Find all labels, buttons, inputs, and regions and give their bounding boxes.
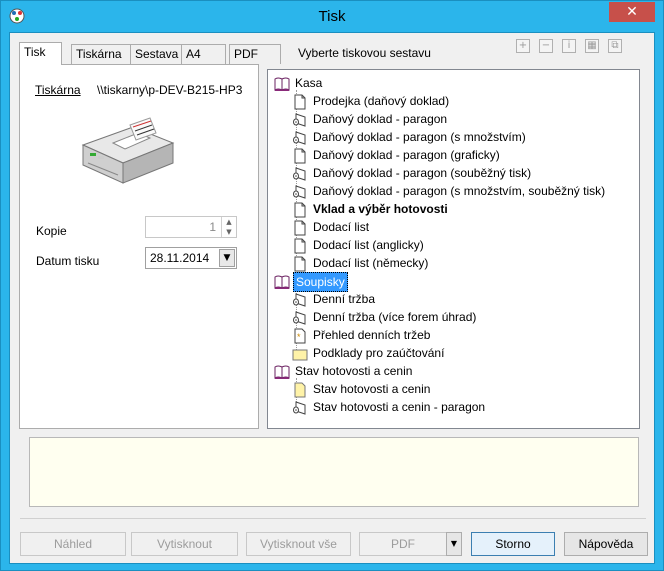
document-icon	[292, 256, 308, 272]
tree-item[interactable]: Stav hotovosti a cenin	[292, 380, 637, 398]
document-icon	[292, 202, 308, 218]
tree-item[interactable]: Denní tržba	[292, 290, 637, 308]
divider	[20, 518, 646, 519]
tree-item-label: Daňový doklad - paragon	[313, 112, 448, 126]
close-button[interactable]: ✕	[609, 2, 655, 22]
tree-item[interactable]: Podklady pro zaúčtování	[292, 344, 637, 362]
report-description-box	[29, 437, 639, 507]
tree-item-label: Podklady pro zaúčtování	[313, 346, 445, 360]
document-icon	[292, 220, 308, 236]
tab-tisk[interactable]: Tisk	[19, 42, 62, 65]
title-bar[interactable]: Tisk ✕	[1, 1, 663, 31]
tree-group[interactable]: Soupisky	[274, 272, 634, 292]
date-value: 28.11.2014	[150, 251, 210, 265]
date-label: Datum tisku	[36, 254, 100, 268]
select-report-hint: Vyberte tiskovou sestavu	[298, 46, 431, 60]
print-button[interactable]: Vytisknout	[131, 532, 238, 556]
printer-icon	[81, 117, 175, 184]
document-icon	[292, 94, 308, 110]
date-picker[interactable]: 28.11.2014 ▼	[145, 247, 237, 269]
tree-item[interactable]: Prodejka (daňový doklad)	[292, 92, 637, 110]
receipt-roll-icon	[292, 166, 308, 182]
tree-item-label: Daňový doklad - paragon (graficky)	[313, 148, 500, 162]
receipt-roll-icon	[292, 184, 308, 200]
tab-pdf[interactable]: PDF	[229, 44, 281, 64]
tree-item[interactable]: Stav hotovosti a cenin - paragon	[292, 398, 637, 416]
book-icon	[274, 76, 290, 92]
svg-text:*: *	[297, 332, 301, 342]
pdf-button[interactable]: PDF	[359, 532, 447, 556]
chevron-down-icon[interactable]: ▼	[219, 249, 235, 267]
tree-group[interactable]: Stav hotovosti a cenin	[274, 362, 634, 380]
help-button[interactable]: Nápověda	[564, 532, 648, 556]
receipt-roll-icon	[292, 400, 308, 416]
tree-item[interactable]: Daňový doklad - paragon (s množstvím, so…	[292, 182, 637, 200]
tree-item-label: Dodací list (anglicky)	[313, 238, 424, 252]
book-icon	[274, 364, 290, 380]
collapse-icon[interactable]: −	[539, 39, 553, 53]
tree-item[interactable]: Daňový doklad - paragon (graficky)	[292, 146, 637, 164]
copies-label: Kopie	[36, 224, 67, 238]
yellow-folder-icon	[292, 346, 308, 362]
receipt-roll-icon	[292, 112, 308, 128]
receipt-roll-icon	[292, 310, 308, 326]
tab-sestava[interactable]: Sestava	[130, 44, 182, 64]
preview-button[interactable]: Náhled	[20, 532, 126, 556]
tree-item-label: Dodací list	[313, 220, 370, 234]
tree-item-label: Daňový doklad - paragon (souběžný tisk)	[313, 166, 532, 180]
cancel-button[interactable]: Storno	[471, 532, 555, 556]
add-report-icon[interactable]: ▦	[585, 39, 599, 53]
spin-down-icon[interactable]: ▼	[222, 227, 236, 237]
printer-link[interactable]: Tiskárna	[35, 83, 81, 97]
tree-item-label: Dodací list (německy)	[313, 256, 429, 270]
tree-item-label: Kasa	[295, 76, 323, 90]
window-title: Tisk	[318, 8, 346, 25]
receipt-roll-icon	[292, 130, 308, 146]
tree-item-label: Stav hotovosti a cenin	[313, 382, 431, 396]
tree-item-label: Daňový doklad - paragon (s množstvím, so…	[313, 184, 606, 198]
tree-item-label: Přehled denních tržeb	[313, 328, 431, 342]
tree-group[interactable]: Kasa	[274, 74, 634, 92]
pdf-dropdown-icon[interactable]: ▼	[446, 532, 462, 556]
tree-item[interactable]: Daňový doklad - paragon	[292, 110, 637, 128]
yellow-document-icon	[292, 382, 308, 398]
tree-item[interactable]: Daňový doklad - paragon (s množstvím)	[292, 128, 637, 146]
copies-value: 1	[209, 220, 216, 234]
copies-spin[interactable]: ▲ ▼	[221, 217, 236, 237]
copy-report-icon[interactable]: ⧉	[608, 39, 622, 53]
tree-item[interactable]: Daňový doklad - paragon (souběžný tisk)	[292, 164, 637, 182]
spin-up-icon[interactable]: ▲	[222, 217, 236, 227]
book-icon	[274, 274, 290, 290]
tree-item-label: Stav hotovosti a cenin	[295, 364, 413, 378]
tree-item-label: Denní tržba (více forem úhrad)	[313, 310, 477, 324]
tree-item[interactable]: * Přehled denních tržeb	[292, 326, 637, 344]
starred-document-icon: *	[292, 328, 308, 344]
tree-item-label: Denní tržba	[313, 292, 376, 306]
tab-tiskarna[interactable]: Tiskárna	[71, 44, 131, 64]
info-icon[interactable]: i	[562, 39, 576, 53]
tree-item[interactable]: Dodací list (anglicky)	[292, 236, 637, 254]
report-tree[interactable]: Kasa Prodejka (daňový doklad) Daňový dokla…	[267, 69, 640, 429]
print-all-button[interactable]: Vytisknout vše	[246, 532, 351, 556]
expand-icon[interactable]: +	[516, 39, 530, 53]
tree-item[interactable]: Dodací list (německy)	[292, 254, 637, 272]
tab-a4[interactable]: A4	[181, 44, 226, 64]
tree-item-label: Vklad a výběr hotovosti	[313, 202, 448, 216]
tree-item[interactable]: Denní tržba (více forem úhrad)	[292, 308, 637, 326]
tree-item-label: Prodejka (daňový doklad)	[313, 94, 450, 108]
copies-stepper[interactable]: 1 ▲ ▼	[145, 216, 237, 238]
document-icon	[292, 148, 308, 164]
document-icon	[292, 238, 308, 254]
printer-name: \\tiskarny\p-DEV-B215-HP3	[97, 83, 243, 97]
tree-item[interactable]: Dodací list	[292, 218, 637, 236]
tree-item[interactable]: Vklad a výběr hotovosti	[292, 200, 637, 218]
print-settings-panel: Tiskárna \\tiskarny\p-DEV-B215-HP3 Kopie…	[19, 64, 259, 429]
tree-item-label: Stav hotovosti a cenin - paragon	[313, 400, 486, 414]
tree-item-label: Daňový doklad - paragon (s množstvím)	[313, 130, 526, 144]
print-dialog: Tisk ✕ Tisk Tiskárna Sestava A4 PDF Vybe…	[0, 0, 664, 571]
tree-item-label: Soupisky	[293, 272, 348, 292]
dialog-body: Tisk Tiskárna Sestava A4 PDF Vyberte tis…	[9, 32, 655, 564]
receipt-roll-icon	[292, 292, 308, 308]
